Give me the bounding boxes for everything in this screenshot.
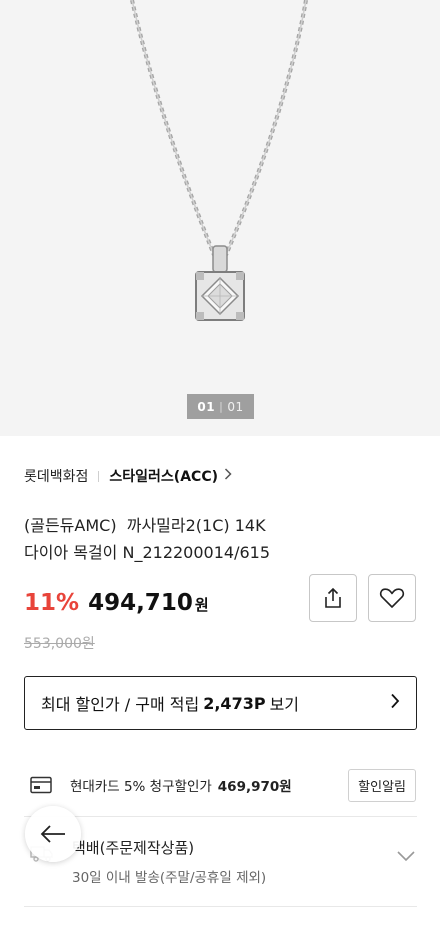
price-row: 11% 494,710 원: [24, 590, 209, 616]
product-title: (골든듀AMC) 까사밀라2(1C) 14K 다이아 목걸이 N_2122000…: [24, 512, 384, 566]
gallery-counter: 01 | 01: [187, 394, 254, 419]
card-benefit-amount: 469,970원: [217, 779, 292, 795]
promo-label-start: 최대 할인가 / 구매 적립: [41, 695, 200, 714]
share-button[interactable]: [309, 574, 357, 622]
share-icon: [325, 587, 341, 608]
gallery-current: 01: [197, 399, 216, 414]
discount-alert-button[interactable]: 할인알림: [348, 768, 416, 802]
breadcrumb-divider: [98, 470, 100, 482]
divider: [24, 816, 417, 817]
arrow-left-icon: [40, 825, 65, 843]
store-name[interactable]: 롯데백화점: [24, 466, 88, 486]
sale-price: 494,710: [88, 590, 193, 616]
promo-points: 2,473P: [203, 693, 266, 713]
card-benefit-row: 현대카드 5% 청구할인가 469,970원 할인알림: [30, 768, 420, 802]
discount-rate: 11%: [24, 590, 80, 616]
chevron-right-icon: [390, 693, 400, 714]
wishlist-button[interactable]: [368, 574, 416, 622]
gallery-separator: |: [219, 400, 224, 413]
heart-icon: [379, 588, 405, 608]
card-icon: [30, 776, 52, 794]
chevron-right-icon[interactable]: [224, 468, 232, 484]
divider: [24, 906, 417, 907]
back-button[interactable]: [25, 806, 81, 862]
max-discount-button[interactable]: 최대 할인가 / 구매 적립 2,473P 보기: [24, 676, 417, 730]
original-price: 553,000원: [24, 636, 95, 652]
promo-label-end: 보기: [269, 695, 300, 714]
necklace-product-image: [130, 0, 308, 321]
brand-link[interactable]: 스타일러스(ACC): [109, 466, 218, 486]
product-title-line1: (골든듀AMC) 까사밀라2(1C) 14K: [24, 516, 266, 535]
shipping-subtitle: 30일 이내 발송(주말/공휴일 제외): [72, 870, 267, 886]
product-image-gallery[interactable]: 01 | 01: [0, 0, 440, 436]
product-title-line2: 다이아 목걸이 N_212200014/615: [24, 543, 271, 562]
price-unit: 원: [194, 596, 209, 614]
chevron-down-icon[interactable]: [396, 850, 416, 862]
shipping-title: 택배(주문제작상품): [72, 839, 195, 857]
card-benefit-text: 현대카드 5% 청구할인가: [70, 779, 212, 795]
breadcrumb: 롯데백화점 스타일러스(ACC): [24, 466, 232, 486]
gallery-total: 01: [227, 399, 244, 414]
